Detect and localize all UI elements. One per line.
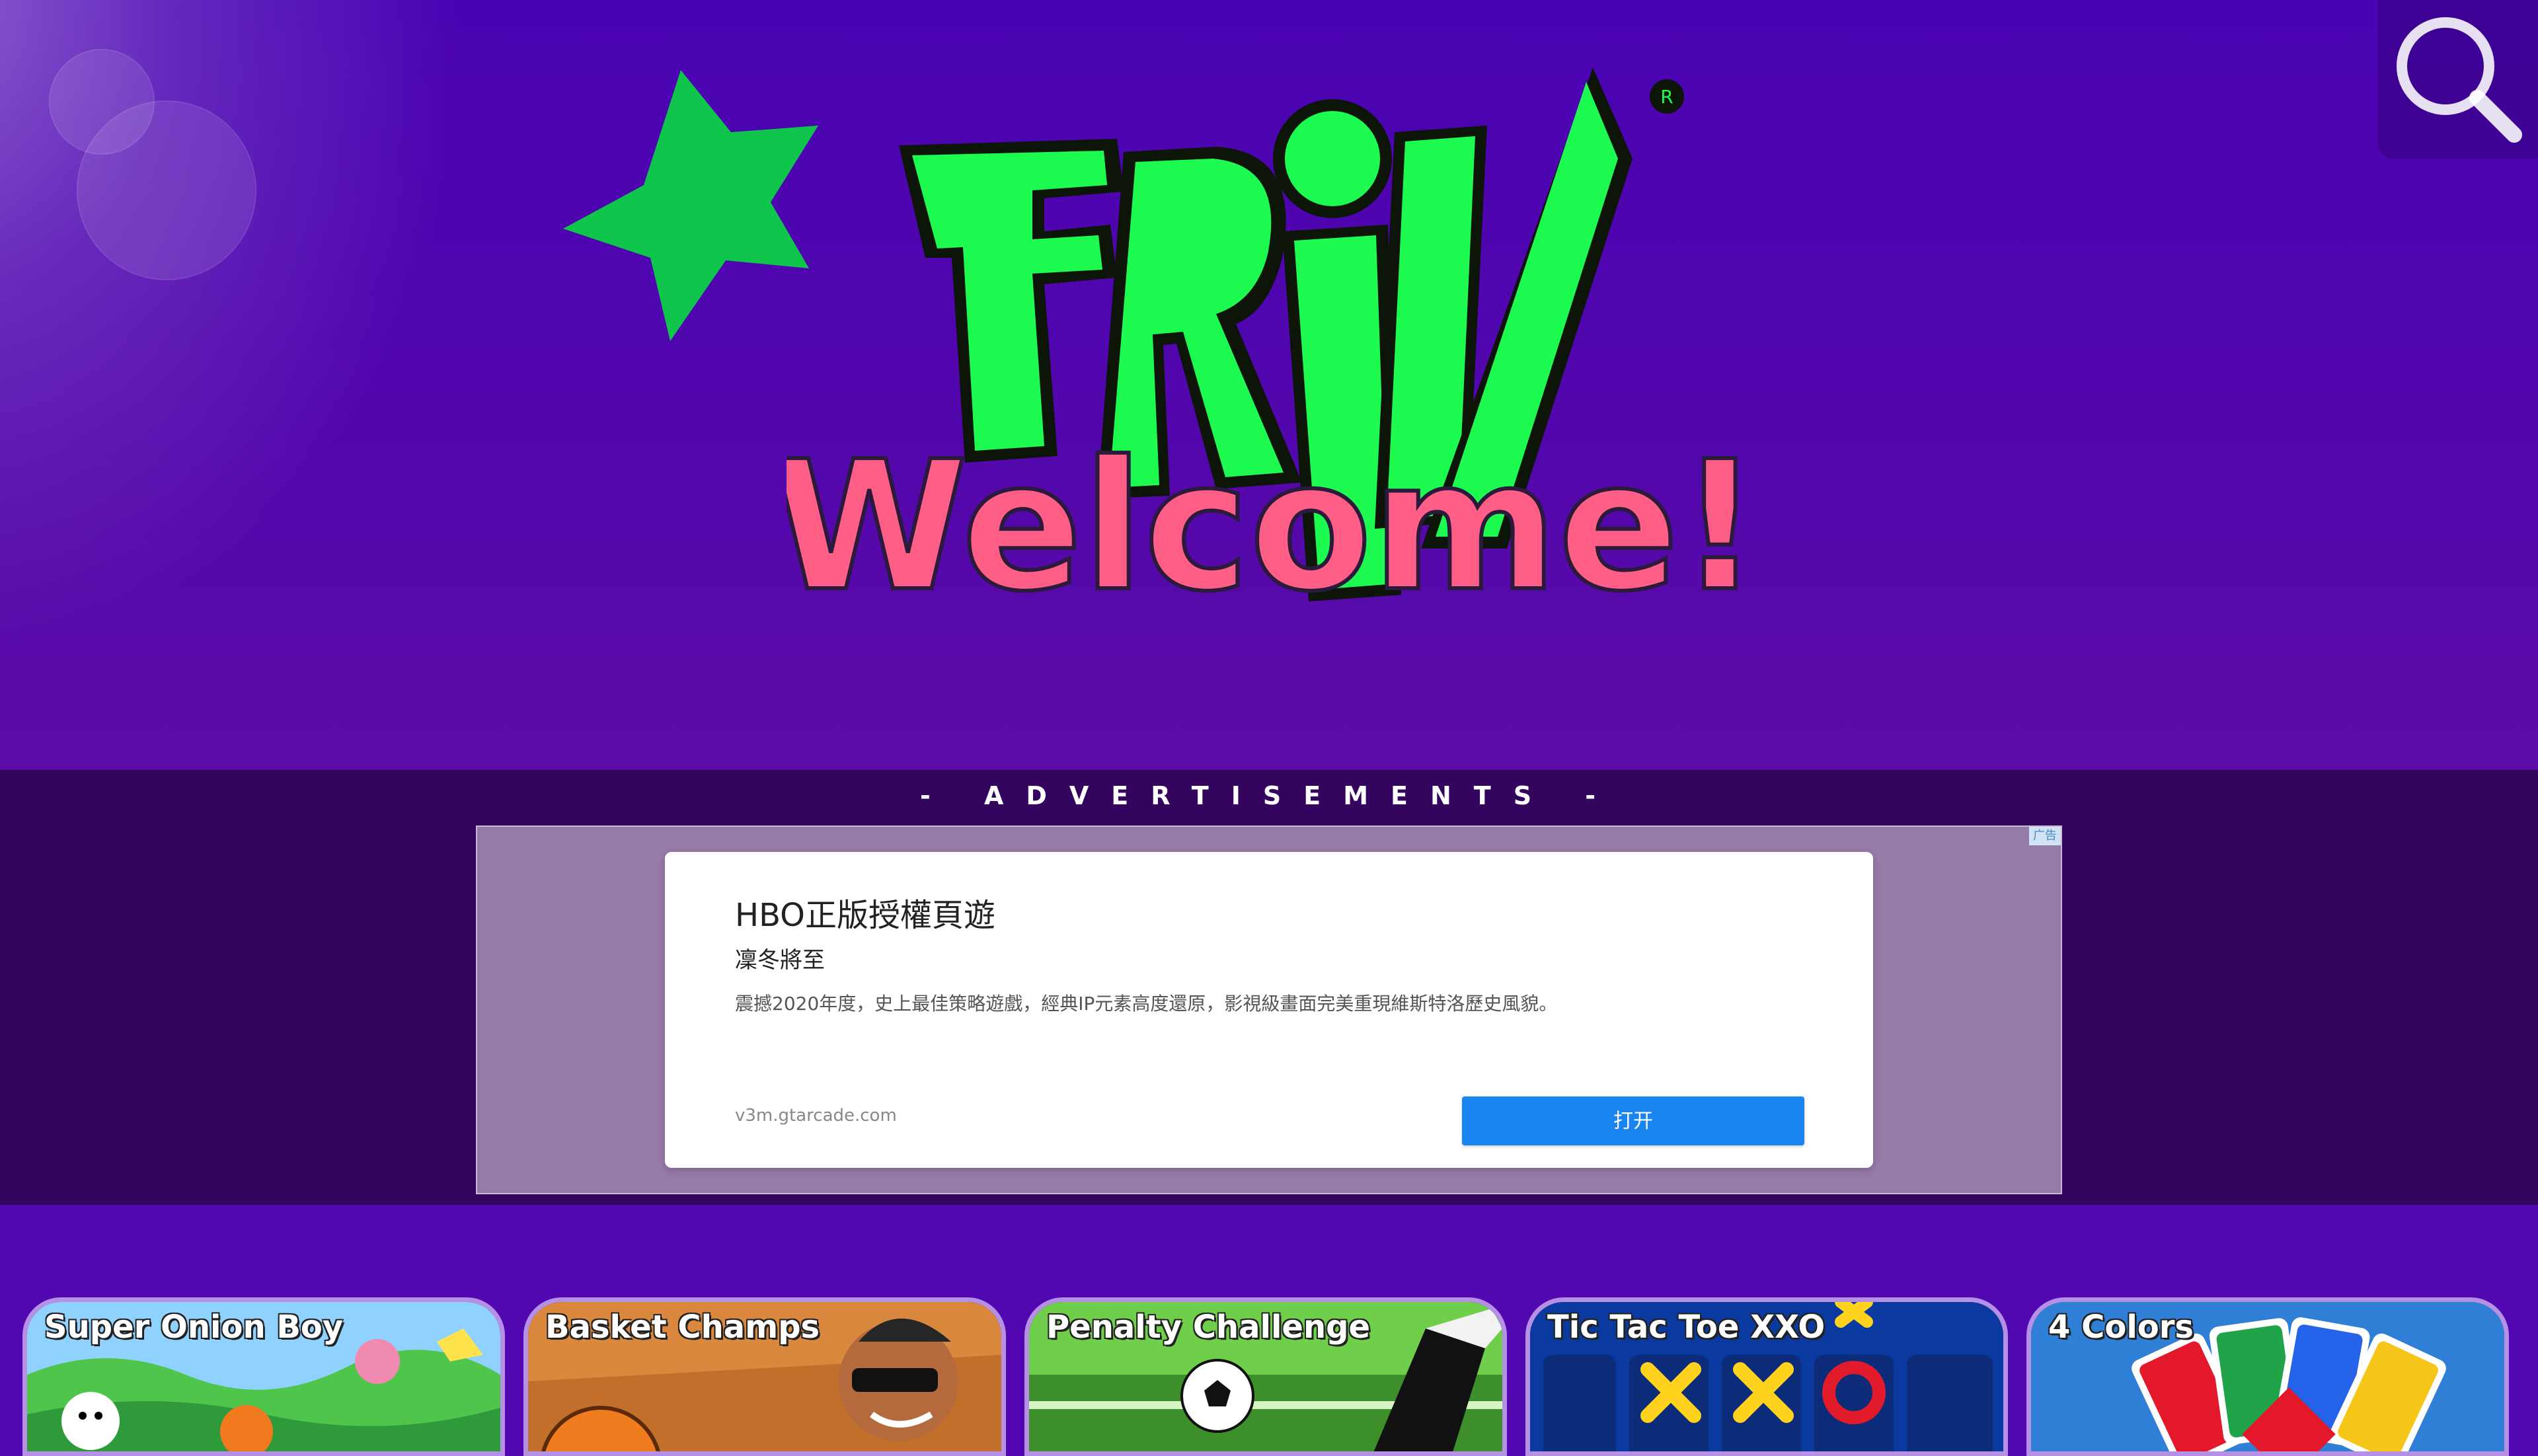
- ad-domain[interactable]: v3m.gtarcade.com: [735, 1106, 897, 1126]
- welcome-text: Welcome!: [787, 423, 1745, 621]
- welcome-heading: Welcome!: [787, 423, 1745, 621]
- ad-subtitle: 凜冬將至: [735, 947, 825, 974]
- search-icon: [2397, 17, 2522, 143]
- ad-description: 震撼2020年度，史上最佳策略遊戲，經典IP元素高度還原，影視級畫面完美重現維斯…: [735, 993, 1558, 1015]
- game-title: Tic Tac Toe XXO: [1547, 1309, 1826, 1346]
- game-title: 4 Colors: [2048, 1309, 2194, 1346]
- star-icon: [563, 70, 818, 341]
- game-tile-penalty-challenge[interactable]: Penalty Challenge: [1024, 1297, 1507, 1456]
- games-grid: Super Onion Boy Basket Champs Penalty Ch…: [0, 1205, 2538, 1456]
- ad-card[interactable]: HBO正版授權頁遊 凜冬將至 震撼2020年度，史上最佳策略遊戲，經典IP元素高…: [665, 852, 1873, 1168]
- ad-badge[interactable]: 广告: [2029, 827, 2061, 845]
- game-tile-basket-champs[interactable]: Basket Champs: [523, 1297, 1006, 1456]
- ad-frame[interactable]: 广告 HBO正版授權頁遊 凜冬將至 震撼2020年度，史上最佳策略遊戲，經典IP…: [476, 825, 2062, 1194]
- svg-text:R: R: [1660, 86, 1673, 108]
- game-tile-tic-tac-toe-xxo[interactable]: Tic Tac Toe XXO: [1525, 1297, 2008, 1456]
- game-tile-4-colors[interactable]: 4 Colors: [2026, 1297, 2509, 1456]
- game-tile-super-onion-boy[interactable]: Super Onion Boy: [22, 1297, 505, 1456]
- ad-open-button[interactable]: 打开: [1462, 1096, 1804, 1145]
- game-title: Basket Champs: [545, 1309, 820, 1346]
- advertisements-label: - ADVERTISEMENTS -: [919, 781, 1619, 810]
- hero-banner: R Welcome!: [0, 0, 2538, 770]
- decor-bubble: [77, 100, 256, 280]
- ad-title[interactable]: HBO正版授權頁遊: [735, 889, 995, 935]
- game-title: Super Onion Boy: [44, 1309, 344, 1346]
- search-button[interactable]: [2378, 0, 2538, 159]
- game-title: Penalty Challenge: [1046, 1309, 1371, 1346]
